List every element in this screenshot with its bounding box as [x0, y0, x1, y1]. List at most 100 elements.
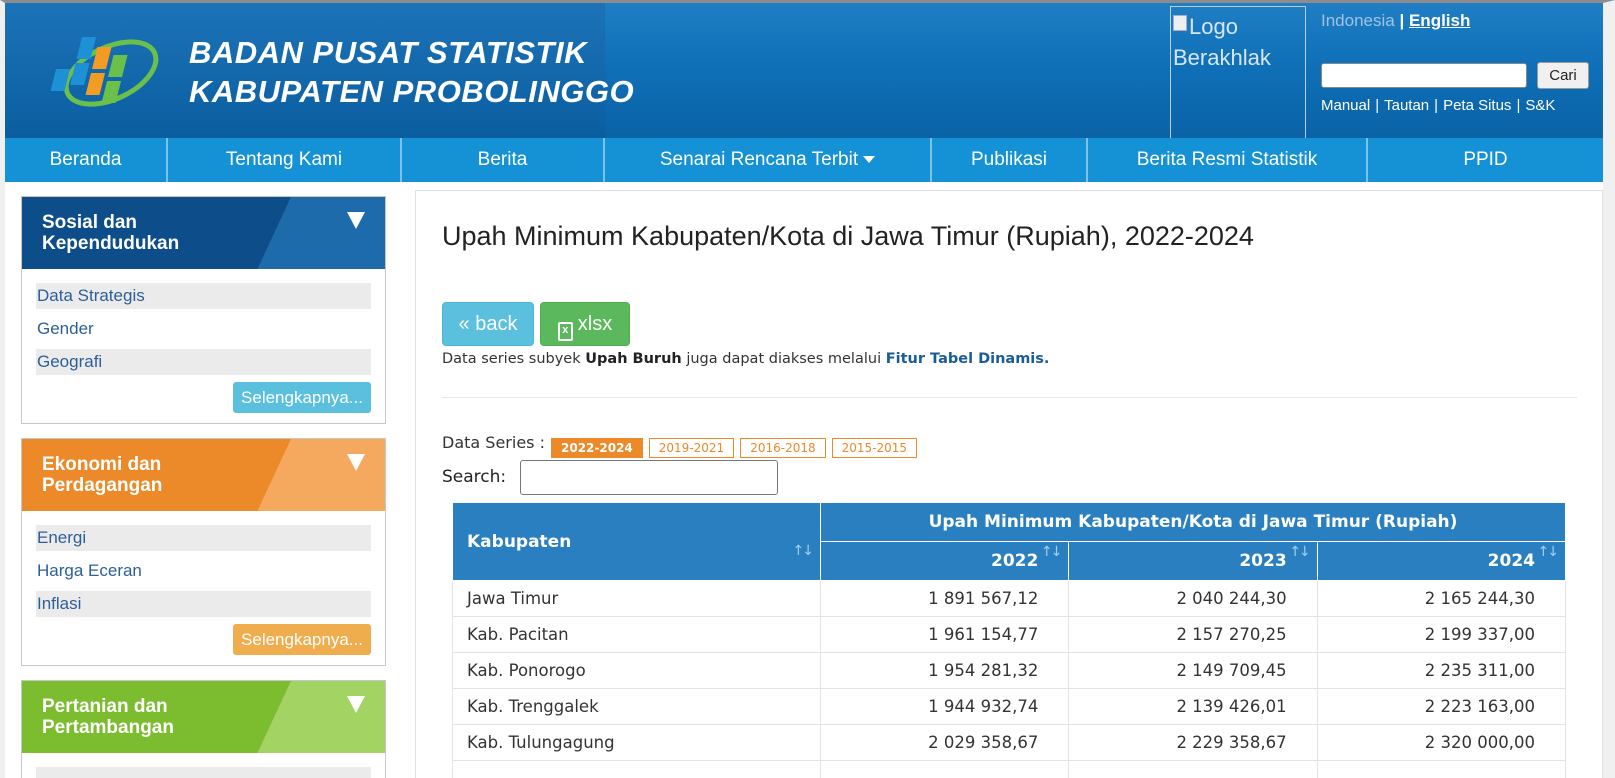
- link-snk[interactable]: S&K: [1525, 97, 1555, 114]
- more-button[interactable]: Selengkapnya...: [233, 382, 371, 413]
- note-subject: Upah Buruh: [585, 351, 682, 367]
- column-header-kabupaten[interactable]: Kabupaten ↑↓: [452, 502, 821, 581]
- triangle-down-icon: [347, 696, 365, 713]
- column-header-label: 2022: [991, 551, 1039, 571]
- category-header[interactable]: Pertanian dan Pertambangan: [22, 681, 385, 753]
- data-series-label: Data Series :: [442, 433, 545, 452]
- caret-down-icon: [863, 156, 876, 164]
- column-group-header: Upah Minimum Kabupaten/Kota di Jawa Timu…: [820, 502, 1566, 542]
- triangle-down-icon: [347, 454, 365, 471]
- table-row: Kab. Trenggalek 1 944 932,74 2 139 426,0…: [452, 688, 1567, 725]
- cell-kabupaten: Jawa Timur: [452, 580, 821, 617]
- back-button[interactable]: « back: [442, 302, 534, 346]
- data-series-tab-2022-2024[interactable]: 2022-2024: [551, 438, 643, 458]
- nav-item-tentang-kami[interactable]: Tentang Kami: [168, 138, 402, 182]
- column-header-label: 2023: [1239, 551, 1287, 571]
- column-header-label: Kabupaten: [467, 531, 572, 552]
- nav-label: Beranda: [49, 149, 122, 170]
- nav-item-berita[interactable]: Berita: [402, 138, 605, 182]
- sidebar-link-energi[interactable]: Energi: [36, 525, 371, 551]
- data-series-tab-2015-2015[interactable]: 2015-2015: [831, 438, 918, 458]
- category-body: Energi Harga Eceran Inflasi Selengkapnya…: [22, 511, 385, 665]
- table-row: Kab. Pacitan 1 961 154,77 2 157 270,25 2…: [452, 616, 1567, 653]
- broken-image-icon: [1173, 15, 1187, 31]
- header-search-button[interactable]: Cari: [1537, 62, 1589, 89]
- bps-logo-icon: [50, 37, 159, 107]
- column-header-2022[interactable]: 2022 ↑↓: [819, 541, 1070, 581]
- category-title-line2: Pertambangan: [42, 717, 174, 738]
- cell-value: 1 891 567,12: [819, 580, 1070, 617]
- nav-item-publikasi[interactable]: Publikasi: [932, 138, 1088, 182]
- category-body: [22, 753, 385, 778]
- category-title: Sosial dan Kependudukan: [42, 212, 365, 254]
- cell-value: 2 149 709,45: [1068, 652, 1318, 689]
- data-series-tab-2016-2018[interactable]: 2016-2018: [740, 438, 826, 458]
- cell-value: 2 320 000,00: [1316, 724, 1567, 761]
- language-switcher: Indonesia | English: [1321, 11, 1470, 31]
- note-mid: juga dapat diakses melalui: [686, 351, 882, 367]
- link-tautan[interactable]: Tautan: [1384, 97, 1429, 114]
- site-header: BADAN PUSAT STATISTIK KABUPATEN PROBOLIN…: [5, 3, 1603, 142]
- xlsx-label: xlsx: [577, 313, 613, 335]
- category-header[interactable]: Ekonomi dan Perdagangan: [22, 439, 385, 511]
- brand-panel: BADAN PUSAT STATISTIK KABUPATEN PROBOLIN…: [5, 3, 634, 138]
- sidebar-link-data-strategis[interactable]: Data Strategis: [36, 283, 371, 309]
- cell-value: 1 944 932,74: [819, 688, 1070, 725]
- cell-value: 2 040 244,30: [1068, 580, 1318, 617]
- category-ekonomi-perdagangan: Ekonomi dan Perdagangan Energi Harga Ece…: [21, 438, 386, 666]
- cell-value: [819, 760, 1070, 778]
- nav-item-beranda[interactable]: Beranda: [5, 138, 168, 182]
- cell-kabupaten: Kab. Trenggalek: [452, 688, 821, 725]
- xlsx-download-button[interactable]: x xlsx: [540, 302, 630, 346]
- cell-value: 1 961 154,77: [819, 616, 1070, 653]
- column-header-label: 2024: [1487, 551, 1535, 571]
- sort-icon: ↑↓: [1289, 544, 1311, 560]
- cell-value: 2 157 270,25: [1068, 616, 1318, 653]
- nav-item-senarai-rencana-terbit[interactable]: Senarai Rencana Terbit: [605, 138, 932, 182]
- main-nav: Beranda Tentang Kami Berita Senarai Renc…: [5, 138, 1603, 182]
- data-series-tabs: 2022-2024 2019-2021 2016-2018 2015-2015: [551, 438, 918, 458]
- brand-title-line1: BADAN PUSAT STATISTIK: [189, 35, 587, 70]
- table-row: [452, 760, 1567, 778]
- nav-label: Publikasi: [970, 149, 1048, 170]
- main-content: Upah Minimum Kabupaten/Kota di Jawa Timu…: [415, 190, 1603, 778]
- category-header[interactable]: Sosial dan Kependudukan: [22, 197, 385, 269]
- table-search-input[interactable]: [520, 460, 778, 495]
- nav-item-ppid[interactable]: PPID: [1368, 138, 1603, 182]
- berakhlak-alt-text: Logo Berakhlak: [1173, 14, 1271, 70]
- sort-icon: ↑↓: [1537, 544, 1560, 560]
- cell-value: 2 165 244,30: [1316, 580, 1567, 617]
- nav-label: Tentang Kami: [225, 149, 343, 170]
- sidebar-link-inflasi[interactable]: Inflasi: [36, 591, 371, 617]
- sort-icon: ↑↓: [1040, 544, 1063, 560]
- category-body: Data Strategis Gender Geografi Selengkap…: [22, 269, 385, 423]
- tabel-dinamis-link[interactable]: Fitur Tabel Dinamis.: [886, 351, 1050, 367]
- table-row: Kab. Ponorogo 1 954 281,32 2 149 709,45 …: [452, 652, 1567, 689]
- sidebar-link-gender[interactable]: Gender: [36, 316, 371, 342]
- divider: [442, 397, 1577, 398]
- header-search-input[interactable]: [1321, 63, 1527, 88]
- link-peta-situs[interactable]: Peta Situs: [1443, 97, 1511, 114]
- cell-value: 2 139 426,01: [1068, 688, 1318, 725]
- table-row: Kab. Tulungagung 2 029 358,67 2 229 358,…: [452, 724, 1567, 761]
- series-note: Data series subyek Upah Buruh juga dapat…: [442, 351, 1049, 367]
- lang-english-link[interactable]: English: [1409, 11, 1470, 30]
- sidebar-link-placeholder[interactable]: [36, 767, 371, 778]
- table-row: Jawa Timur 1 891 567,12 2 040 244,30 2 1…: [452, 580, 1567, 617]
- link-manual[interactable]: Manual: [1321, 97, 1370, 114]
- category-title-line1: Ekonomi dan: [42, 454, 162, 475]
- cell-value: 2 029 358,67: [819, 724, 1070, 761]
- sidebar-link-geografi[interactable]: Geografi: [36, 349, 371, 375]
- data-series-tab-2019-2021[interactable]: 2019-2021: [648, 438, 735, 458]
- lang-indonesia-link[interactable]: Indonesia: [1321, 11, 1395, 30]
- sidebar-link-harga-eceran[interactable]: Harga Eceran: [36, 558, 371, 584]
- triangle-down-icon: [347, 212, 365, 229]
- sort-icon: ↑↓: [792, 543, 815, 559]
- column-header-2024[interactable]: 2024 ↑↓: [1316, 541, 1567, 581]
- brand-title[interactable]: BADAN PUSAT STATISTIK KABUPATEN PROBOLIN…: [189, 33, 634, 111]
- cell-value: [1068, 760, 1318, 778]
- nav-item-berita-resmi-statistik[interactable]: Berita Resmi Statistik: [1088, 138, 1368, 182]
- more-button[interactable]: Selengkapnya...: [233, 624, 371, 655]
- column-header-2023[interactable]: 2023 ↑↓: [1068, 541, 1318, 581]
